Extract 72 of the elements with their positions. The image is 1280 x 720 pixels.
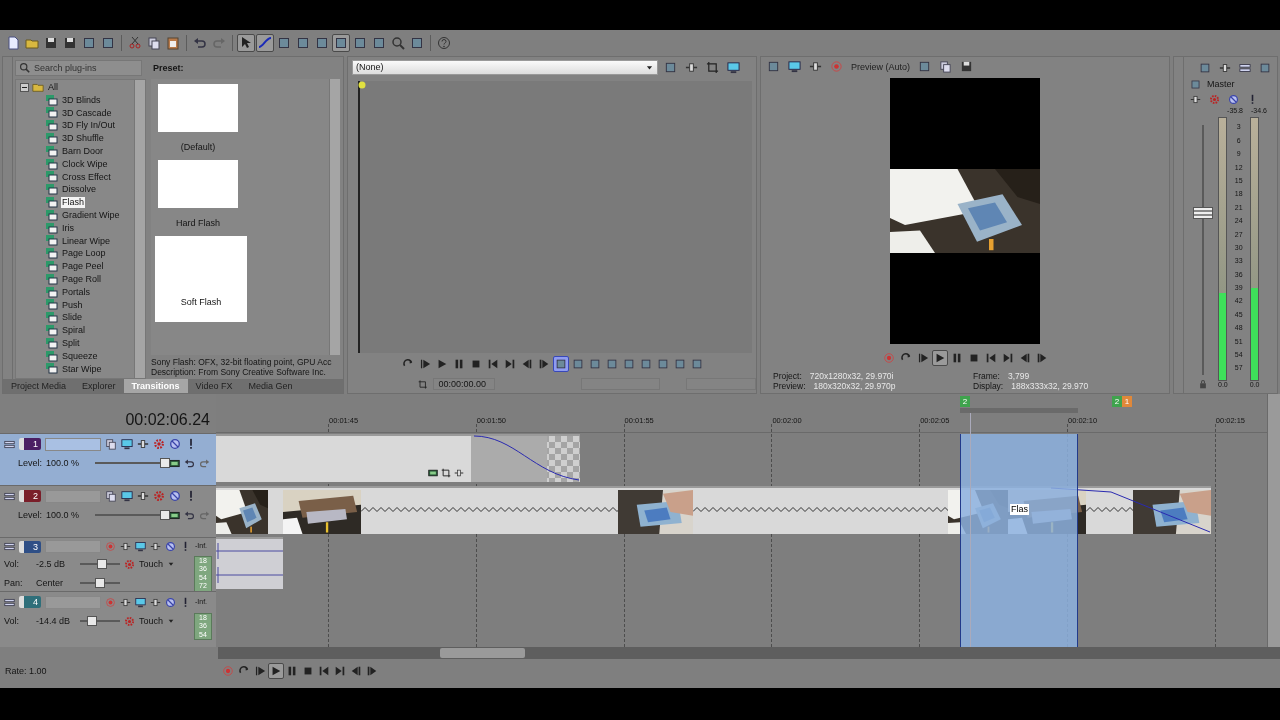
info-value: 720x1280x32, 29.970i <box>809 370 894 381</box>
description-text: Description: From Sony Creative Software Inc. <box>151 367 327 378</box>
tree-item[interactable]: 3D Shuffle <box>61 133 105 144</box>
tree-item[interactable]: Slide <box>61 312 83 324</box>
tree-item[interactable]: Squeeze <box>61 350 99 362</box>
rate-label: Rate: 1.00 <box>5 665 47 677</box>
tree-item[interactable]: Split <box>61 337 81 349</box>
tree-item[interactable]: All <box>47 82 59 93</box>
dropdown-value: (None) <box>356 61 384 73</box>
panel-heading: Preset: <box>152 61 185 75</box>
tree-item[interactable]: Cross Effect <box>61 171 112 183</box>
track-number[interactable]: 4 <box>19 596 41 608</box>
info-label: Display: <box>973 380 1004 391</box>
tree-item[interactable]: 3D Blinds <box>61 94 102 106</box>
tree-item[interactable]: Portals <box>61 286 91 298</box>
bus-name: Master <box>1207 79 1235 90</box>
preset-thumbnail[interactable]: Soft Flash <box>155 236 247 322</box>
transition-label: Flas <box>1010 504 1029 515</box>
timecode-display: 00:02:06.24 <box>124 409 211 430</box>
tree-item[interactable]: Page Peel <box>61 261 105 272</box>
info-value: 188x333x32, 29.970 <box>1011 380 1089 391</box>
automation-mode[interactable]: Touch <box>139 615 164 627</box>
track-header[interactable]: 1 Level: 100.0 % <box>0 433 216 485</box>
volume-label: Vol: <box>4 615 20 627</box>
panel-tab[interactable]: Project Media <box>3 379 75 393</box>
volume-label: Vol: <box>4 558 20 570</box>
preset-label: Hard Flash <box>176 218 220 229</box>
level-value: 100.0 % <box>46 509 80 521</box>
track-number[interactable]: 3 <box>19 540 41 553</box>
info-label: Frame: <box>973 370 1000 381</box>
tree-item[interactable]: Star Wipe <box>61 363 103 375</box>
preview-quality-dropdown[interactable]: Preview (Auto) <box>849 57 913 76</box>
marker-flag[interactable]: 2 <box>960 396 970 407</box>
info-label: Project: <box>773 370 802 381</box>
tree-item[interactable]: Page Roll <box>61 273 103 285</box>
tree-item[interactable]: Flash <box>61 197 85 208</box>
tree-item[interactable]: Spiral <box>61 325 86 336</box>
panel-tab[interactable]: Video FX <box>187 379 241 393</box>
automation-mode[interactable]: Touch <box>139 558 164 570</box>
tree-item[interactable]: Linear Wipe <box>61 235 112 247</box>
tree-item[interactable]: Iris <box>61 222 75 234</box>
volume-value: -2.5 dB <box>36 558 67 570</box>
panel-tab[interactable]: Explorer <box>74 379 124 393</box>
marker-flag[interactable]: 2 <box>1112 396 1122 407</box>
pan-label: Pan: <box>4 577 24 589</box>
info-label: Preview: <box>773 380 806 391</box>
level-label: Level: <box>18 457 43 469</box>
volume-value: -14.4 dB <box>36 615 72 627</box>
level-value: 100.0 % <box>46 457 80 469</box>
tree-item[interactable]: Gradient Wipe <box>61 209 121 221</box>
info-value: 3,799 <box>1007 370 1030 381</box>
timecode-field[interactable]: 00:00:00.00 <box>433 377 496 391</box>
tree-item[interactable]: 3D Cascade <box>61 107 113 119</box>
dropdown[interactable]: (None) <box>352 59 658 75</box>
preset-label: Soft Flash <box>180 297 222 308</box>
tree-item[interactable]: Clock Wipe <box>61 158 109 170</box>
search-field[interactable]: Search plug-ins <box>15 60 142 76</box>
panel-tab[interactable]: Media Gen <box>240 379 301 393</box>
track-number[interactable]: 1 <box>19 438 41 450</box>
track-header[interactable]: 2 Level: 100.0 % <box>0 485 216 537</box>
preset-label: (Default) <box>180 142 216 153</box>
tree-item[interactable]: Dissolve <box>61 184 97 196</box>
pan-value: Center <box>36 577 64 589</box>
tree-item[interactable]: Page Loop <box>61 248 107 260</box>
level-label: Level: <box>18 509 43 521</box>
marker-flag[interactable]: 1 <box>1122 396 1132 407</box>
tree-item[interactable]: 3D Fly In/Out <box>61 120 116 132</box>
track-number[interactable]: 2 <box>19 490 41 502</box>
tree-item[interactable]: Barn Door <box>61 146 105 157</box>
tree-item[interactable]: Push <box>61 299 84 311</box>
description-text: Sony Flash: OFX, 32-bit floating point, GPU Acc <box>151 357 333 368</box>
info-value: 180x320x32, 29.970p <box>813 380 896 391</box>
